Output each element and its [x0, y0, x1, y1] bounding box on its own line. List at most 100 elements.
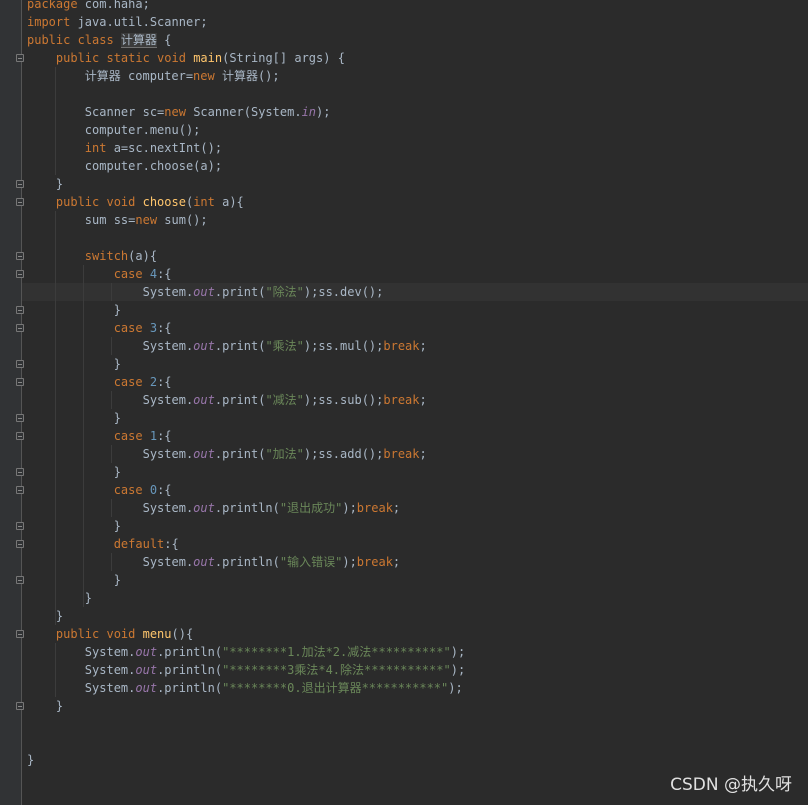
code-line[interactable]: }: [27, 751, 808, 769]
indent-guide: [111, 283, 112, 301]
code-token: new: [164, 105, 194, 119]
code-line[interactable]: case 4:{: [27, 265, 808, 283]
indent-guide: [55, 67, 56, 175]
code-line[interactable]: }: [27, 175, 808, 193]
code-token: {: [156, 33, 172, 47]
code-line[interactable]: [27, 733, 808, 751]
code-token: ;: [419, 339, 427, 353]
code-line[interactable]: public void menu(){: [27, 625, 808, 643]
fold-toggle-icon[interactable]: [16, 432, 24, 440]
code-token: break: [383, 393, 420, 407]
code-line[interactable]: }: [27, 607, 808, 625]
code-line[interactable]: package com.haha;: [27, 0, 808, 13]
code-line[interactable]: [27, 85, 808, 103]
code-token: public void: [55, 195, 143, 209]
code-line[interactable]: System.out.print("减法");ss.sub();break;: [27, 391, 808, 409]
code-line[interactable]: public static void main(String[] args) {: [27, 49, 808, 67]
code-token: );: [448, 681, 463, 695]
code-token: :{: [157, 267, 172, 281]
code-token: out: [193, 285, 215, 299]
fold-toggle-icon[interactable]: [16, 306, 24, 314]
fold-toggle-icon[interactable]: [16, 540, 24, 548]
fold-toggle-icon[interactable]: [16, 270, 24, 278]
fold-toggle-icon[interactable]: [16, 414, 24, 422]
code-line[interactable]: case 1:{: [27, 427, 808, 445]
indent-guide: [111, 553, 112, 571]
code-line[interactable]: System.out.println("********3乘法*4.除法****…: [27, 661, 808, 679]
fold-toggle-icon[interactable]: [16, 468, 24, 476]
code-line[interactable]: Scanner sc=new Scanner(System.in);: [27, 103, 808, 121]
code-token: .println(: [157, 663, 223, 677]
code-line[interactable]: }: [27, 589, 808, 607]
fold-toggle-icon[interactable]: [16, 576, 24, 584]
fold-toggle-icon[interactable]: [16, 198, 24, 206]
code-line[interactable]: computer.menu();: [27, 121, 808, 139]
code-token: ;: [419, 447, 427, 461]
code-line[interactable]: System.out.print("加法");ss.add();break;: [27, 445, 808, 463]
code-line[interactable]: }: [27, 301, 808, 319]
code-line[interactable]: System.out.println("********0.退出计算器*****…: [27, 679, 808, 697]
fold-toggle-icon[interactable]: [16, 252, 24, 260]
code-line[interactable]: System.out.print("乘法");ss.mul();break;: [27, 337, 808, 355]
code-token: "********1.加法*2.减法**********": [222, 645, 451, 659]
code-line[interactable]: switch(a){: [27, 247, 808, 265]
code-token: a){: [222, 195, 244, 209]
code-line[interactable]: public class 计算器 {: [27, 31, 808, 49]
code-line[interactable]: }: [27, 409, 808, 427]
code-token: out: [135, 681, 158, 695]
code-token: );ss.mul();: [303, 339, 384, 353]
code-token: "退出成功": [279, 501, 343, 515]
code-token: System.: [27, 681, 136, 695]
code-line[interactable]: 计算器 computer=new 计算器();: [27, 67, 808, 85]
code-line[interactable]: int a=sc.nextInt();: [27, 139, 808, 157]
code-token: 计算器();: [221, 69, 280, 83]
fold-toggle-icon[interactable]: [16, 486, 24, 494]
code-line[interactable]: System.out.print("除法");ss.dev();: [22, 283, 808, 301]
code-line[interactable]: sum ss=new sum();: [27, 211, 808, 229]
code-editor[interactable]: package com.haha; import java.util.Scanne…: [22, 0, 808, 805]
fold-toggle-icon[interactable]: [16, 522, 24, 530]
code-line[interactable]: default:{: [27, 535, 808, 553]
code-token: .print(: [214, 339, 266, 353]
code-token: .print(: [214, 393, 266, 407]
indent-guide: [111, 445, 112, 463]
code-line[interactable]: public void choose(int a){: [27, 193, 808, 211]
code-line[interactable]: }: [27, 355, 808, 373]
code-line[interactable]: System.out.println("********1.加法*2.减法***…: [27, 643, 808, 661]
fold-toggle-icon[interactable]: [16, 378, 24, 386]
indent-guide: [111, 391, 112, 409]
code-line[interactable]: System.out.println("输入错误");break;: [27, 553, 808, 571]
code-line[interactable]: }: [27, 517, 808, 535]
code-line[interactable]: computer.choose(a);: [27, 157, 808, 175]
code-line[interactable]: }: [27, 463, 808, 481]
code-token: package: [27, 0, 85, 11]
code-token: "输入错误": [279, 555, 343, 569]
fold-toggle-icon[interactable]: [16, 54, 24, 62]
fold-toggle-icon[interactable]: [16, 702, 24, 710]
code-line[interactable]: [27, 229, 808, 247]
indent-guide: [55, 211, 56, 625]
fold-toggle-icon[interactable]: [16, 630, 24, 638]
code-line[interactable]: case 3:{: [27, 319, 808, 337]
indent-guide: [83, 265, 84, 607]
code-token: }: [27, 411, 121, 425]
code-line[interactable]: import java.util.Scanner;: [27, 13, 808, 31]
fold-toggle-icon[interactable]: [16, 180, 24, 188]
code-token: break: [383, 447, 420, 461]
code-line[interactable]: [27, 715, 808, 733]
code-line[interactable]: case 0:{: [27, 481, 808, 499]
fold-toggle-icon[interactable]: [16, 324, 24, 332]
code-token: java.util.Scanner;: [77, 15, 208, 29]
code-token: break: [383, 339, 420, 353]
code-token: );: [450, 663, 466, 677]
fold-toggle-icon[interactable]: [16, 360, 24, 368]
code-line[interactable]: case 2:{: [27, 373, 808, 391]
code-line[interactable]: }: [27, 571, 808, 589]
code-line[interactable]: }: [27, 697, 808, 715]
code-line[interactable]: System.out.println("退出成功");break;: [27, 499, 808, 517]
code-token: a=sc.nextInt();: [113, 141, 223, 155]
code-token: .println(: [157, 645, 223, 659]
code-token: case: [113, 267, 150, 281]
